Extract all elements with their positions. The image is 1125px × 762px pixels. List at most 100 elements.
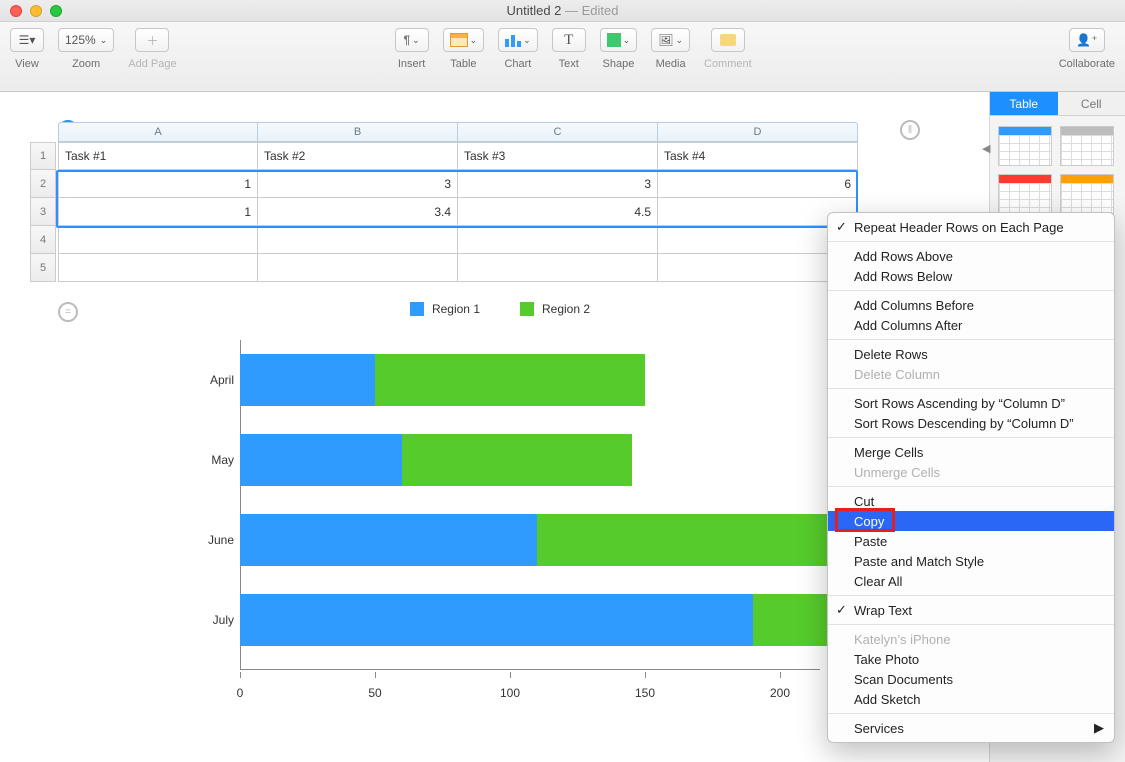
- table-cell[interactable]: [458, 254, 658, 282]
- media-button[interactable]: 🖼⌄: [651, 28, 690, 52]
- shape-icon: [607, 33, 621, 47]
- shape-label: Shape: [603, 58, 635, 70]
- table-cell[interactable]: [58, 226, 258, 254]
- table-cell[interactable]: 1: [58, 170, 258, 198]
- menu-item-label: Copy: [854, 514, 884, 529]
- menu-item[interactable]: ✓Repeat Header Rows on Each Page: [828, 217, 1114, 237]
- axis-tick: [510, 672, 511, 678]
- menu-item-label: Scan Documents: [854, 672, 953, 687]
- shape-group: ⌄ Shape: [600, 28, 638, 70]
- menu-item[interactable]: Paste and Match Style: [828, 551, 1114, 571]
- text-button[interactable]: T: [552, 28, 586, 52]
- table-row[interactable]: 13.44.5: [58, 198, 858, 226]
- menu-item[interactable]: Cut: [828, 491, 1114, 511]
- menu-item[interactable]: Clear All: [828, 571, 1114, 591]
- table-row[interactable]: Task #1Task #2Task #3Task #4: [58, 142, 858, 170]
- inspector-tab-cell[interactable]: Cell: [1058, 92, 1125, 116]
- chevron-down-icon: ⌄: [623, 35, 631, 46]
- table-body[interactable]: Task #1Task #2Task #3Task #4133613.44.5: [58, 142, 858, 282]
- zoom-value: 125%: [65, 33, 96, 47]
- shape-button[interactable]: ⌄: [600, 28, 638, 52]
- table-cell[interactable]: 3: [258, 170, 458, 198]
- table-cell[interactable]: Task #4: [658, 142, 858, 170]
- column-header[interactable]: D: [658, 122, 858, 142]
- menu-item-label: Add Sketch: [854, 692, 921, 707]
- menu-item[interactable]: Add Rows Below: [828, 266, 1114, 286]
- menu-item[interactable]: ✓Wrap Text: [828, 600, 1114, 620]
- table-row[interactable]: 1336: [58, 170, 858, 198]
- table-style-1[interactable]: [998, 126, 1052, 166]
- table-cell[interactable]: [258, 254, 458, 282]
- row-header[interactable]: 5: [30, 254, 56, 282]
- table-style-2[interactable]: [1060, 126, 1114, 166]
- menu-item-label: Add Rows Below: [854, 269, 952, 284]
- menu-item[interactable]: Add Columns Before: [828, 295, 1114, 315]
- chart-button[interactable]: ⌄: [498, 28, 538, 52]
- table-style-4[interactable]: [1060, 174, 1114, 214]
- table-button[interactable]: ⌄: [443, 28, 485, 52]
- menu-item-label: Add Rows Above: [854, 249, 953, 264]
- context-menu[interactable]: ✓Repeat Header Rows on Each Page Add Rows…: [827, 212, 1115, 743]
- view-button[interactable]: ☰▾: [10, 28, 44, 52]
- bar-chart[interactable]: Region 1 Region 2 AprilMayJuneJuly 05010…: [180, 302, 820, 700]
- table-style-grid: [990, 116, 1125, 224]
- table-row[interactable]: [58, 226, 858, 254]
- table-style-3[interactable]: [998, 174, 1052, 214]
- row-header-column[interactable]: 12345: [30, 142, 56, 282]
- menu-item[interactable]: Delete Rows: [828, 344, 1114, 364]
- table-cell[interactable]: 3: [458, 170, 658, 198]
- spreadsheet-table[interactable]: ABCD 12345 Task #1Task #2Task #3Task #41…: [58, 122, 858, 282]
- insert-button[interactable]: ¶⌄: [395, 28, 429, 52]
- menu-item[interactable]: Sort Rows Descending by “Column D”: [828, 413, 1114, 433]
- row-header[interactable]: 4: [30, 226, 56, 254]
- comment-button[interactable]: [711, 28, 745, 52]
- text-icon: T: [564, 32, 573, 49]
- axis-tick-label: 200: [770, 686, 790, 700]
- row-header[interactable]: 2: [30, 170, 56, 198]
- row-header[interactable]: 3: [30, 198, 56, 226]
- collaborate-button[interactable]: 👤⁺: [1069, 28, 1104, 52]
- table-cell[interactable]: 1: [58, 198, 258, 226]
- menu-item[interactable]: Add Rows Above: [828, 246, 1114, 266]
- comment-group: Comment: [704, 28, 752, 70]
- add-page-label: Add Page: [128, 58, 176, 70]
- menu-item[interactable]: Merge Cells: [828, 442, 1114, 462]
- menu-item[interactable]: Scan Documents: [828, 669, 1114, 689]
- menu-item[interactable]: Sort Rows Ascending by “Column D”: [828, 393, 1114, 413]
- menu-item[interactable]: Add Sketch: [828, 689, 1114, 709]
- menu-item[interactable]: Copy: [828, 511, 1114, 531]
- menu-item[interactable]: Paste: [828, 531, 1114, 551]
- axis-tick-label: 50: [368, 686, 381, 700]
- column-header[interactable]: B: [258, 122, 458, 142]
- column-header[interactable]: C: [458, 122, 658, 142]
- bar-group: [240, 434, 632, 486]
- column-header[interactable]: A: [58, 122, 258, 142]
- table-cell[interactable]: [58, 254, 258, 282]
- table-cell[interactable]: [258, 226, 458, 254]
- table-cell[interactable]: 6: [658, 170, 858, 198]
- menu-separator: [828, 595, 1114, 596]
- menu-item[interactable]: Take Photo: [828, 649, 1114, 669]
- zoom-select[interactable]: 125%⌄: [58, 28, 114, 52]
- inspector-tab-table[interactable]: Table: [990, 92, 1058, 116]
- plus-icon: ＋: [146, 32, 158, 49]
- disclosure-arrow-icon[interactable]: ◀: [982, 142, 990, 155]
- table-row[interactable]: [58, 254, 858, 282]
- add-column-handle[interactable]: ‖: [900, 120, 920, 140]
- row-header[interactable]: 1: [30, 142, 56, 170]
- menu-item[interactable]: Services▶: [828, 718, 1114, 738]
- comment-label: Comment: [704, 58, 752, 70]
- menu-item: Katelyn’s iPhone: [828, 629, 1114, 649]
- table-cell[interactable]: Task #3: [458, 142, 658, 170]
- table-cell[interactable]: 3.4: [258, 198, 458, 226]
- menu-item[interactable]: Add Columns After: [828, 315, 1114, 335]
- table-cell[interactable]: [458, 226, 658, 254]
- column-header-row[interactable]: ABCD: [58, 122, 858, 142]
- table-cell[interactable]: Task #2: [258, 142, 458, 170]
- menu-item-label: Clear All: [854, 574, 902, 589]
- add-row-handle[interactable]: =: [58, 302, 78, 322]
- table-cell[interactable]: 4.5: [458, 198, 658, 226]
- table-cell[interactable]: Task #1: [58, 142, 258, 170]
- axis-tick: [780, 672, 781, 678]
- add-page-button[interactable]: ＋: [135, 28, 169, 52]
